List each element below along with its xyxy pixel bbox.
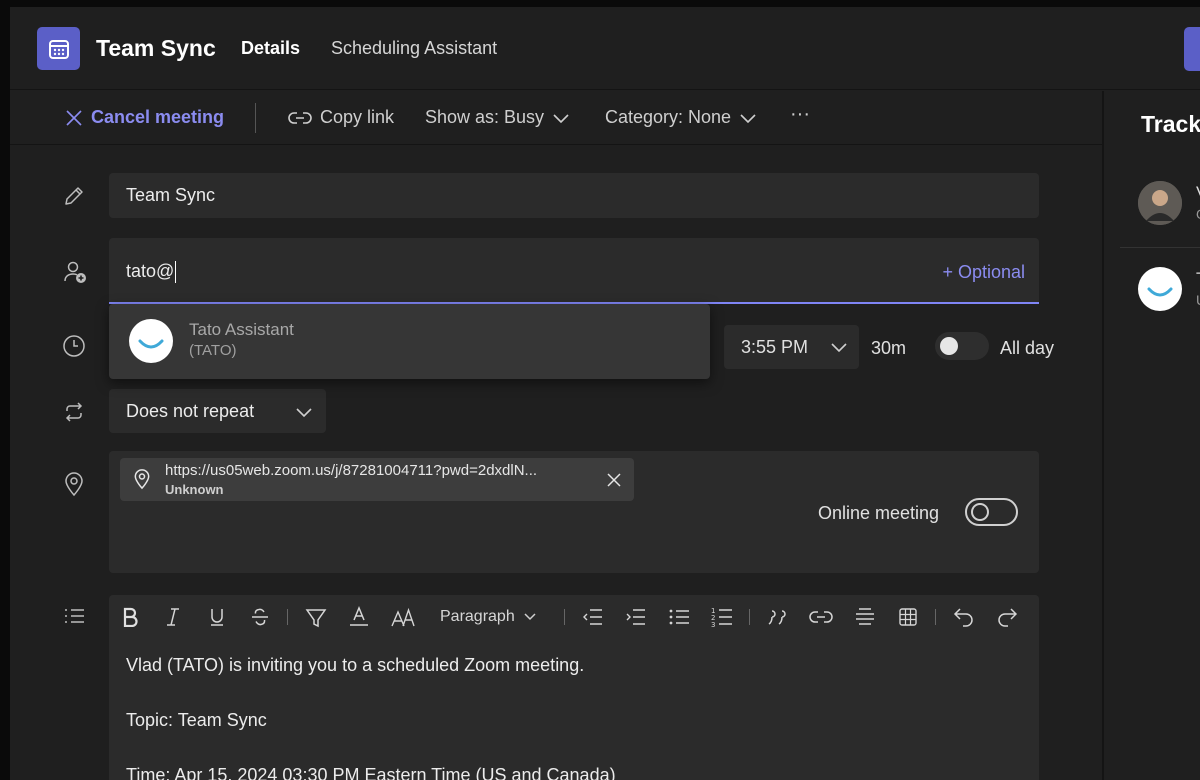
location-pin-icon	[132, 468, 152, 490]
attendee-input[interactable]: tato@ + Optional	[109, 238, 1039, 304]
pencil-icon	[62, 184, 86, 208]
calendar-icon	[37, 27, 80, 70]
location-chip[interactable]: https://us05web.zoom.us/j/87281004711?pw…	[120, 458, 634, 501]
format-separator	[564, 609, 565, 625]
insert-table-button[interactable]	[896, 603, 920, 631]
underline-button[interactable]	[206, 603, 228, 631]
all-day-label: All day	[1000, 338, 1055, 358]
add-person-icon	[62, 259, 86, 283]
category-dropdown[interactable]: Category: None	[605, 107, 757, 128]
format-separator	[749, 609, 750, 625]
suggestion-name: Tato Assistant	[189, 320, 294, 339]
format-separator	[287, 609, 288, 625]
attendee-status: U	[1196, 292, 1200, 308]
online-meeting-toggle[interactable]	[965, 498, 1018, 526]
show-as-label: Show as: Busy	[425, 107, 545, 127]
chevron-down-icon	[739, 112, 757, 124]
attendee-name: V	[1196, 183, 1200, 203]
cancel-meeting-button[interactable]: Cancel meeting	[65, 107, 224, 128]
duration-label: 30m	[871, 338, 907, 358]
font-size-button[interactable]	[390, 603, 416, 631]
show-as-dropdown[interactable]: Show as: Busy	[425, 107, 570, 128]
meeting-title-value: Team Sync	[126, 185, 216, 205]
description-line: Topic: Team Sync	[126, 710, 267, 730]
toggle-knob	[940, 337, 958, 355]
location-url: https://us05web.zoom.us/j/87281004711?pw…	[165, 462, 538, 479]
description-line: Time: Apr 15, 2024 03:30 PM Eastern Time…	[126, 765, 616, 780]
meeting-title-field[interactable]: Team Sync	[109, 173, 1039, 218]
send-button[interactable]	[1184, 27, 1200, 71]
remove-location-button[interactable]	[607, 473, 621, 487]
meeting-toolbar: Cancel meeting Copy link Show as: Busy C…	[10, 91, 1102, 145]
numbered-list-button[interactable]: 123	[710, 603, 734, 631]
category-label: Category: None	[605, 107, 732, 127]
bold-button[interactable]	[119, 603, 141, 631]
chevron-down-icon	[295, 406, 313, 418]
tab-scheduling-assistant[interactable]: Scheduling Assistant	[331, 38, 497, 59]
add-optional-attendee-link[interactable]: + Optional	[942, 262, 1025, 283]
text-cursor	[175, 261, 177, 284]
tracking-title: Track	[1141, 111, 1200, 137]
meeting-title-heading: Team Sync	[96, 35, 216, 61]
tracking-pane: Track V O T U	[1102, 91, 1200, 780]
strikethrough-button[interactable]	[249, 603, 271, 631]
paragraph-style-dropdown[interactable]: Paragraph	[440, 603, 537, 631]
copy-link-label: Copy link	[320, 107, 395, 127]
location-status: Unknown	[165, 482, 224, 497]
avatar	[1138, 181, 1182, 225]
attendee-status: O	[1196, 206, 1200, 222]
toolbar-divider	[255, 103, 256, 133]
all-day-toggle[interactable]	[935, 332, 989, 360]
italic-button[interactable]	[162, 603, 184, 631]
repeat-value: Does not repeat	[126, 401, 255, 421]
redo-button[interactable]	[995, 603, 1019, 631]
cancel-meeting-label: Cancel meeting	[91, 107, 225, 127]
format-separator	[935, 609, 936, 625]
svg-text:3: 3	[711, 621, 715, 628]
avatar	[1138, 267, 1182, 311]
tab-details[interactable]: Details	[241, 38, 300, 59]
description-editor[interactable]: Paragraph 123 Vlad (TATO) is inviting yo…	[109, 595, 1039, 780]
end-time-value: 3:55 PM	[741, 337, 809, 357]
header-bar: Team Sync Details Scheduling Assistant	[10, 7, 1200, 90]
attendee-suggestion-item[interactable]: Tato Assistant (TATO)	[109, 304, 710, 379]
bulleted-list-button[interactable]	[667, 603, 691, 631]
more-options-button[interactable]: ···	[790, 103, 810, 126]
meeting-editor-window: Team Sync Details Scheduling Assistant C…	[10, 7, 1200, 780]
repeat-icon	[62, 400, 86, 424]
link-icon	[288, 110, 312, 126]
copy-link-button[interactable]: Copy link	[288, 107, 394, 128]
description-line: Vlad (TATO) is inviting you to a schedul…	[126, 655, 585, 675]
attendee-name: T	[1196, 269, 1200, 289]
description-list-icon	[62, 606, 86, 630]
font-color-button[interactable]	[347, 603, 371, 631]
insert-link-button[interactable]	[808, 603, 834, 631]
horizontal-rule-button[interactable]	[853, 603, 877, 631]
toggle-knob	[971, 503, 989, 521]
divider	[1120, 247, 1200, 248]
clock-icon	[62, 334, 86, 358]
location-pin-icon	[62, 471, 86, 497]
close-icon	[65, 109, 83, 127]
paragraph-style-label: Paragraph	[440, 608, 515, 625]
suggestion-subtitle: (TATO)	[189, 342, 237, 359]
quote-button[interactable]	[766, 603, 790, 631]
online-meeting-label: Online meeting	[818, 503, 940, 523]
increase-indent-button[interactable]	[624, 603, 648, 631]
chevron-down-icon	[523, 612, 537, 622]
end-time-dropdown[interactable]: 3:55 PM	[724, 325, 859, 369]
undo-button[interactable]	[952, 603, 976, 631]
repeat-dropdown[interactable]: Does not repeat	[109, 389, 326, 433]
highlight-button[interactable]	[304, 603, 328, 631]
chevron-down-icon	[552, 112, 570, 124]
decrease-indent-button[interactable]	[581, 603, 605, 631]
avatar	[129, 319, 173, 363]
attendee-input-value: tato@	[126, 261, 175, 281]
chevron-down-icon	[830, 341, 848, 353]
